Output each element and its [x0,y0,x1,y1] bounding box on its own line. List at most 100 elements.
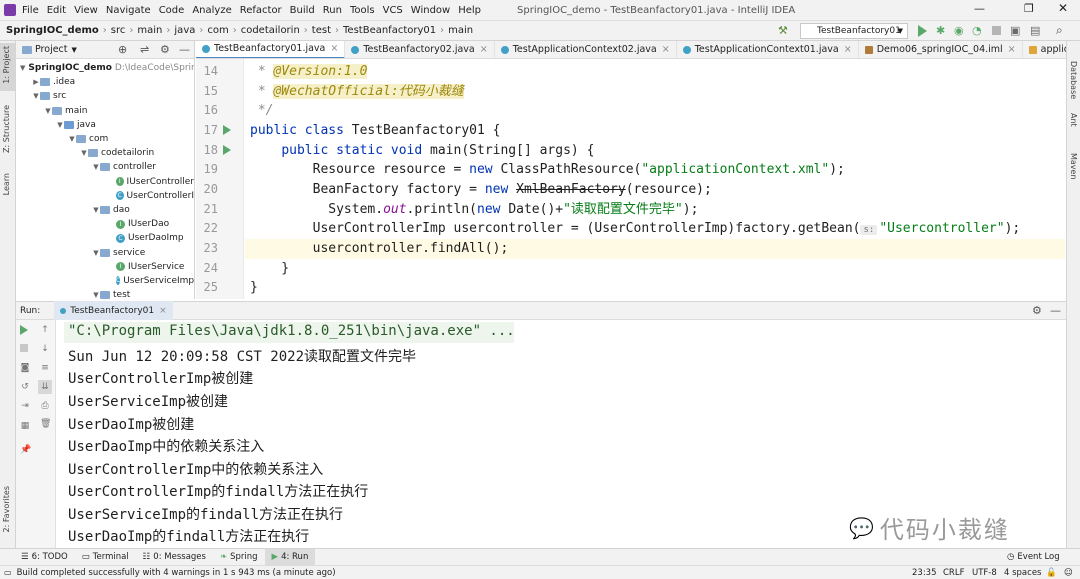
hide-icon[interactable]: — [1050,304,1061,317]
tree-item-iusercontroller[interactable]: I IUserController [16,175,194,189]
settings-icon[interactable]: ▣ [1010,24,1020,37]
menu-item-file[interactable]: File [22,5,39,16]
trash-icon[interactable]: 🗑 [40,419,51,429]
print-icon[interactable]: ⎙ [40,401,50,411]
line-separator[interactable]: CRLF [943,568,964,578]
tab-testapplicationcontext02[interactable]: TestApplicationContext02.java × [495,41,677,58]
stop-icon[interactable] [20,344,28,352]
expand-arrow-icon[interactable]: ▼ [56,121,64,129]
close-icon[interactable]: × [662,44,670,55]
layout-icon[interactable]: ▦ [20,421,30,431]
menu-item-vcs[interactable]: VCS [383,5,403,16]
expand-arrow-icon[interactable]: ▼ [92,206,100,214]
tab-testbeanfactory01[interactable]: TestBeanfactory01.java × [196,41,346,58]
tree-item-idea[interactable]: ▶ .idea [16,75,194,89]
run-tab[interactable]: TestBeanfactory01 × [54,301,173,320]
menu-item-navigate[interactable]: Navigate [106,5,151,16]
tree-item-controller[interactable]: ▼ controller [16,160,194,174]
close-icon[interactable]: × [159,306,167,316]
breadcrumb-item[interactable]: test [312,25,331,36]
scroll-to-end-icon[interactable]: ⇊ [38,380,52,394]
gear-icon[interactable]: ⚙ [160,43,170,56]
breadcrumb-item[interactable]: java [174,25,195,36]
menu-item-refactor[interactable]: Refactor [240,5,282,16]
expand-arrow-icon[interactable]: ▼ [68,135,76,143]
expand-arrow-icon[interactable]: ▼ [80,149,88,157]
gear-icon[interactable]: ⚙ [1032,304,1042,317]
search-icon[interactable]: ⌕ [1056,23,1063,38]
expand-arrow-icon[interactable]: ▶ [32,78,40,86]
layout-icon[interactable]: ▤ [1030,24,1040,37]
run-gutter-icon[interactable] [223,145,231,155]
coverage-icon[interactable]: ◉ [954,24,964,37]
minimize-button[interactable]: — [974,2,985,15]
tab-applicationcontext-xml[interactable]: applicationContext.xml× [1023,41,1066,58]
run-gutter-icon[interactable] [223,125,231,135]
expand-arrow-icon[interactable]: ▼ [92,163,100,171]
menu-item-window[interactable]: Window [411,5,450,16]
console-output[interactable]: "C:\Program Files\Java\jdk1.8.0_251\bin\… [57,320,1065,548]
stop-icon[interactable] [992,26,1001,35]
expand-arrow-icon[interactable]: ▼ [92,291,100,299]
breadcrumb-item[interactable]: main [448,25,473,36]
breadcrumb-item[interactable]: codetailorin [241,25,300,36]
tree-item-usercontrollerimp[interactable]: C UserControllerI [16,189,194,203]
tree-item-com[interactable]: ▼ com [16,132,194,146]
pin-icon[interactable]: 📌 [20,445,31,455]
close-icon[interactable]: × [844,44,852,55]
down-arrow-icon[interactable]: ↓ [40,344,50,354]
database-tool-tab[interactable]: Database [1069,61,1078,99]
learn-tool-tab[interactable]: Learn [2,173,11,195]
inspector-icon[interactable]: ☺ [1064,568,1073,578]
up-arrow-icon[interactable]: ↑ [40,325,50,335]
file-encoding[interactable]: UTF-8 [972,568,997,578]
close-icon[interactable]: × [1008,44,1016,55]
breadcrumb-item[interactable]: TestBeanfactory01 [343,25,436,36]
project-view-select[interactable]: Project [35,44,68,55]
debug-icon[interactable]: ✱ [936,24,945,37]
structure-tool-tab[interactable]: Z: Structure [2,105,11,153]
menu-item-tools[interactable]: Tools [350,5,375,16]
menu-item-analyze[interactable]: Analyze [192,5,231,16]
tab-testbeanfactory02[interactable]: TestBeanfactory02.java × [345,41,495,58]
hide-icon[interactable]: — [179,43,190,56]
tree-root[interactable]: ▼ SpringIOC_demo D:\IdeaCode\Sprin [16,61,194,75]
expand-arrow-icon[interactable]: ▼ [20,64,25,72]
tab-testapplicationcontext01[interactable]: TestApplicationContext01.java × [677,41,859,58]
favorites-tool-tab[interactable]: 2: Favorites [2,486,11,532]
restore-layout-icon[interactable]: ↺ [20,382,30,392]
tree-item-codetailorin[interactable]: ▼ codetailorin [16,146,194,160]
tab-messages[interactable]: ☷ 0: Messages [136,549,213,566]
tree-item-test[interactable]: ▼ test [16,288,194,299]
tab-terminal[interactable]: ▭ Terminal [75,549,136,566]
tab-run[interactable]: ▶ 4: Run [264,548,316,566]
tree-item-iuserservice[interactable]: I IUserService [16,260,194,274]
tab-iml[interactable]: Demo06_springIOC_04.iml × [859,41,1023,58]
tree-item-userdaoimp[interactable]: C UserDaoImp [16,231,194,245]
camera-icon[interactable]: ◙ [20,363,30,373]
crosshair-icon[interactable]: ⊕ [118,43,127,56]
caret-position[interactable]: 23:35 [912,568,937,578]
expand-arrow-icon[interactable]: ▼ [32,92,40,100]
menu-item-build[interactable]: Build [290,5,315,16]
project-tool-tab[interactable]: 1: Project [0,43,15,91]
menu-item-edit[interactable]: Edit [47,5,66,16]
restore-button[interactable]: ❐ [1024,2,1034,15]
tree-item-service[interactable]: ▼ service [16,245,194,259]
close-button[interactable]: ✕ [1058,1,1068,15]
tree-item-userserviceimp[interactable]: C UserServiceImp [16,274,194,288]
exit-icon[interactable]: ⇥ [20,401,30,411]
maven-tool-tab[interactable]: Maven [1069,153,1078,180]
indent-setting[interactable]: 4 spaces [1004,568,1041,578]
chevron-down-icon[interactable]: ▼ [72,46,77,54]
collapse-all-icon[interactable]: ⇌ [140,43,149,56]
hammer-icon[interactable]: ⚒ [778,24,788,37]
menu-item-code[interactable]: Code [159,5,185,16]
tree-item-java[interactable]: ▼ java [16,118,194,132]
menu-item-view[interactable]: View [74,5,98,16]
tree-item-src[interactable]: ▼ src [16,89,194,103]
expand-arrow-icon[interactable]: ▼ [44,107,52,115]
breadcrumb-item[interactable]: SpringIOC_demo [6,25,99,36]
tab-spring[interactable]: ❧ Spring [213,549,265,566]
run-icon[interactable] [918,25,927,37]
